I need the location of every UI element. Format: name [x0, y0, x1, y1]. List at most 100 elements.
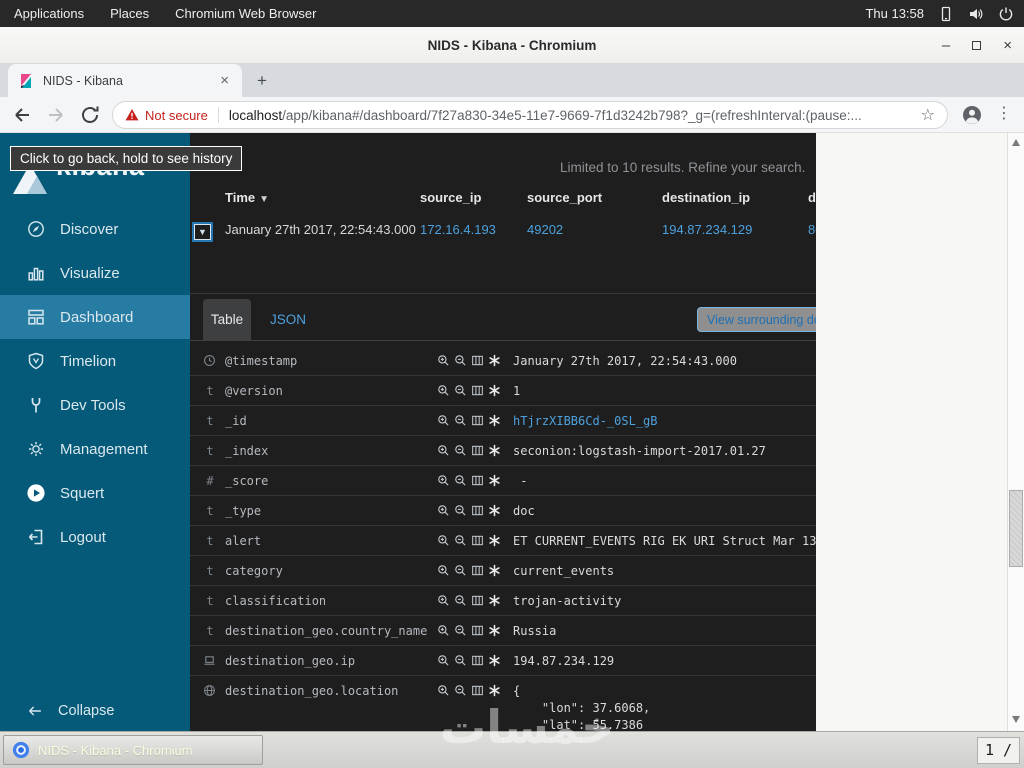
toggle-column-icon[interactable] — [471, 684, 484, 697]
toggle-column-icon[interactable] — [471, 504, 484, 517]
sidebar-item-timelion[interactable]: Timelion — [0, 339, 190, 383]
sidebar-item-label: Dashboard — [60, 308, 134, 326]
back-icon[interactable] — [10, 103, 34, 127]
asterisk-icon[interactable] — [488, 594, 501, 607]
zoom-in-icon[interactable] — [437, 384, 450, 397]
zoom-out-icon[interactable] — [454, 684, 467, 697]
forward-icon[interactable] — [44, 103, 68, 127]
cell-time: January 27th 2017, 22:54:43.000 — [225, 222, 416, 237]
zoom-out-icon[interactable] — [454, 594, 467, 607]
column-header-source_ip[interactable]: source_ip — [420, 190, 481, 205]
zoom-out-icon[interactable] — [454, 444, 467, 457]
toggle-column-icon[interactable] — [471, 564, 484, 577]
zoom-in-icon[interactable] — [437, 354, 450, 367]
zoom-out-icon[interactable] — [454, 504, 467, 517]
toggle-column-icon[interactable] — [471, 354, 484, 367]
toggle-column-icon[interactable] — [471, 654, 484, 667]
browser-tab[interactable]: NIDS - Kibana × — [8, 64, 242, 97]
reload-icon[interactable] — [78, 103, 102, 127]
collapse-document-caret-icon[interactable]: ▼ — [192, 222, 213, 242]
sidebar-collapse-button[interactable]: Collapse — [0, 691, 190, 731]
column-header-source_port[interactable]: source_port — [527, 190, 602, 205]
power-icon[interactable] — [998, 6, 1014, 22]
zoom-in-icon[interactable] — [437, 564, 450, 577]
column-header-time[interactable]: Time ▼ — [225, 190, 269, 205]
zoom-out-icon[interactable] — [454, 624, 467, 637]
sidebar-item-dashboard[interactable]: Dashboard — [0, 295, 190, 339]
asterisk-icon[interactable] — [488, 504, 501, 517]
outer-scroll-down-icon[interactable] — [1012, 716, 1020, 723]
cell-source-ip[interactable]: 172.16.4.193 — [420, 222, 496, 237]
asterisk-icon[interactable] — [488, 474, 501, 487]
sidebar-item-management[interactable]: Management — [0, 427, 190, 471]
browser-menu-icon[interactable]: ⋮ — [996, 103, 1012, 123]
tab-close-icon[interactable]: × — [217, 72, 232, 89]
zoom-in-icon[interactable] — [437, 414, 450, 427]
outer-scrollbar[interactable] — [1007, 133, 1024, 731]
cell-destination-ip[interactable]: 194.87.234.129 — [662, 222, 752, 237]
sidebar-item-discover[interactable]: Discover — [0, 207, 190, 251]
asterisk-icon[interactable] — [488, 444, 501, 457]
asterisk-icon[interactable] — [488, 354, 501, 367]
zoom-in-icon[interactable] — [437, 534, 450, 547]
active-app-menu[interactable]: Chromium Web Browser — [175, 6, 316, 21]
display-icon[interactable] — [938, 6, 954, 22]
new-tab-button[interactable]: + — [252, 71, 272, 91]
toggle-column-icon[interactable] — [471, 384, 484, 397]
toggle-column-icon[interactable] — [471, 534, 484, 547]
zoom-out-icon[interactable] — [454, 654, 467, 667]
toggle-column-icon[interactable] — [471, 624, 484, 637]
asterisk-icon[interactable] — [488, 654, 501, 667]
minimize-button[interactable]: – — [942, 38, 950, 53]
zoom-out-icon[interactable] — [454, 384, 467, 397]
outer-scrollbar-thumb[interactable] — [1009, 490, 1023, 567]
toggle-column-icon[interactable] — [471, 474, 484, 487]
zoom-out-icon[interactable] — [454, 534, 467, 547]
bookmark-star-icon[interactable]: ☆ — [921, 105, 935, 125]
close-button[interactable]: × — [1003, 38, 1012, 53]
applications-menu[interactable]: Applications — [14, 6, 84, 21]
zoom-in-icon[interactable] — [437, 474, 450, 487]
toggle-column-icon[interactable] — [471, 414, 484, 427]
cell-source-port[interactable]: 49202 — [527, 222, 563, 237]
asterisk-icon[interactable] — [488, 414, 501, 427]
asterisk-icon[interactable] — [488, 564, 501, 577]
zoom-in-icon[interactable] — [437, 684, 450, 697]
workspace-indicator[interactable]: 1 / 4 — [977, 737, 1020, 768]
places-menu[interactable]: Places — [110, 6, 149, 21]
maximize-button[interactable] — [972, 41, 982, 50]
volume-icon[interactable] — [968, 6, 984, 22]
zoom-out-icon[interactable] — [454, 564, 467, 577]
zoom-in-icon[interactable] — [437, 594, 450, 607]
asterisk-icon[interactable] — [488, 624, 501, 637]
sidebar-item-visualize[interactable]: Visualize — [0, 251, 190, 295]
doc-tab-table[interactable]: Table — [203, 299, 251, 340]
toggle-column-icon[interactable] — [471, 444, 484, 457]
zoom-in-icon[interactable] — [437, 444, 450, 457]
sidebar-item-squert[interactable]: Squert — [0, 471, 190, 515]
zoom-out-icon[interactable] — [454, 474, 467, 487]
clock[interactable]: Thu 13:58 — [865, 6, 924, 21]
asterisk-icon[interactable] — [488, 384, 501, 397]
sidebar-item-dev-tools[interactable]: Dev Tools — [0, 383, 190, 427]
outer-scroll-up-icon[interactable] — [1012, 139, 1020, 146]
profile-avatar-icon[interactable] — [962, 105, 982, 125]
zoom-in-icon[interactable] — [437, 504, 450, 517]
not-secure-warning-icon[interactable] — [125, 108, 139, 122]
zoom-out-icon[interactable] — [454, 354, 467, 367]
asterisk-icon[interactable] — [488, 534, 501, 547]
field-name: destination_geo.location — [225, 684, 399, 698]
zoom-in-icon[interactable] — [437, 624, 450, 637]
address-bar[interactable]: Not secure localhost/app/kibana#/dashboa… — [112, 101, 948, 129]
doc-tab-json[interactable]: JSON — [265, 299, 311, 340]
asterisk-icon[interactable] — [488, 684, 501, 697]
taskbar-window-button[interactable]: NIDS - Kibana - Chromium — [3, 735, 263, 765]
sidebar-item-logout[interactable]: Logout — [0, 515, 190, 559]
url-text[interactable]: localhost/app/kibana#/dashboard/7f27a830… — [229, 108, 913, 123]
zoom-out-icon[interactable] — [454, 414, 467, 427]
not-secure-label[interactable]: Not secure — [145, 108, 208, 123]
column-header-destination_ip[interactable]: destination_ip — [662, 190, 750, 205]
toggle-column-icon[interactable] — [471, 594, 484, 607]
zoom-in-icon[interactable] — [437, 654, 450, 667]
field-name: @version — [225, 384, 283, 398]
